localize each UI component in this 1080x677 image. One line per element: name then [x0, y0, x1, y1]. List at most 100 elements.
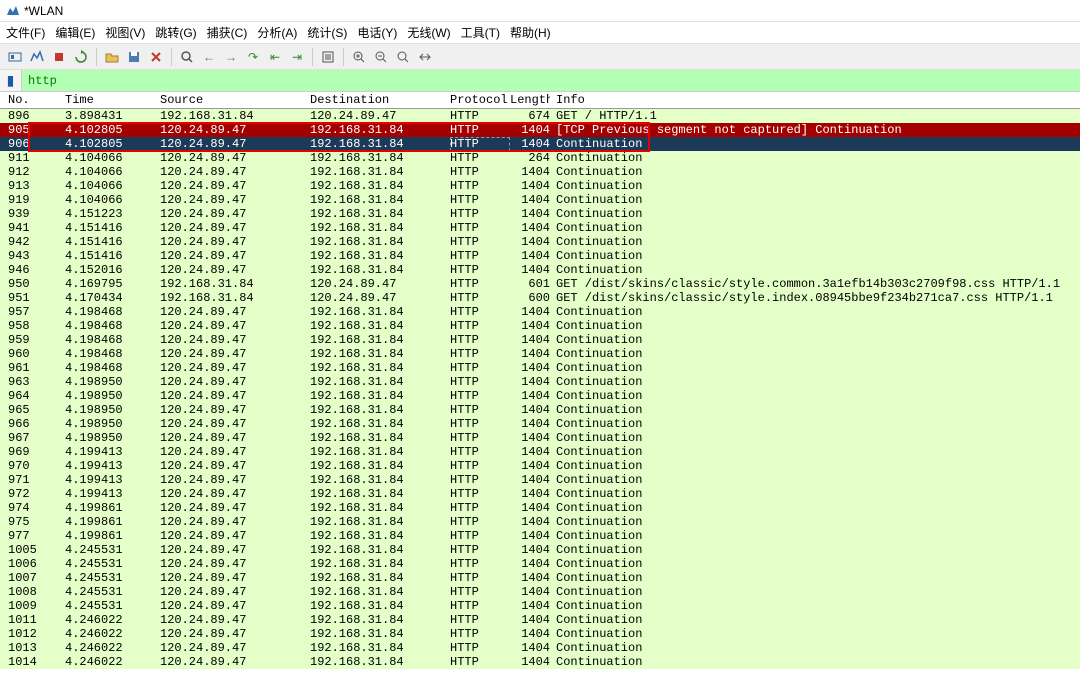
- packet-list-body[interactable]: 8963.898431192.168.31.84120.24.89.47HTTP…: [0, 109, 1080, 677]
- cell-source: 120.24.89.47: [160, 179, 310, 193]
- start-capture-icon[interactable]: [28, 48, 46, 66]
- packet-row[interactable]: 9754.199861120.24.89.47192.168.31.84HTTP…: [0, 515, 1080, 529]
- cell-destination: 192.168.31.84: [310, 445, 450, 459]
- display-filter-input[interactable]: [22, 70, 1080, 91]
- menu-item[interactable]: 跳转(G): [155, 24, 196, 41]
- bookmark-filter-icon[interactable]: ▮: [0, 70, 22, 91]
- go-last-icon[interactable]: ⇥: [288, 48, 306, 66]
- packet-row[interactable]: 9704.199413120.24.89.47192.168.31.84HTTP…: [0, 459, 1080, 473]
- packet-row[interactable]: 9774.199861120.24.89.47192.168.31.84HTTP…: [0, 529, 1080, 543]
- menu-item[interactable]: 编辑(E): [55, 24, 95, 41]
- menu-item[interactable]: 捕获(C): [207, 24, 248, 41]
- packet-list-header[interactable]: No. Time Source Destination Protocol Len…: [0, 92, 1080, 109]
- menu-item[interactable]: 电话(Y): [357, 24, 397, 41]
- packet-row[interactable]: 9694.199413120.24.89.47192.168.31.84HTTP…: [0, 445, 1080, 459]
- cell-time: 4.104066: [65, 165, 160, 179]
- packet-row[interactable]: 10134.246022120.24.89.47192.168.31.84HTT…: [0, 641, 1080, 655]
- zoom-in-icon[interactable]: [350, 48, 368, 66]
- packet-row[interactable]: 10094.245531120.24.89.47192.168.31.84HTT…: [0, 599, 1080, 613]
- column-destination-header[interactable]: Destination: [310, 93, 450, 107]
- menu-item[interactable]: 无线(W): [407, 24, 450, 41]
- packet-row[interactable]: 10074.245531120.24.89.47192.168.31.84HTT…: [0, 571, 1080, 585]
- cell-source: 120.24.89.47: [160, 627, 310, 641]
- packet-row[interactable]: 9644.198950120.24.89.47192.168.31.84HTTP…: [0, 389, 1080, 403]
- cell-time: 4.169795: [65, 277, 160, 291]
- packet-row[interactable]: 10114.246022120.24.89.47192.168.31.84HTT…: [0, 613, 1080, 627]
- stop-capture-icon[interactable]: [50, 48, 68, 66]
- packet-row[interactable]: 9584.198468120.24.89.47192.168.31.84HTTP…: [0, 319, 1080, 333]
- packet-row[interactable]: 9434.151416120.24.89.47192.168.31.84HTTP…: [0, 249, 1080, 263]
- zoom-reset-icon[interactable]: [394, 48, 412, 66]
- save-file-icon[interactable]: [125, 48, 143, 66]
- go-back-icon[interactable]: ←: [200, 48, 218, 66]
- go-first-icon[interactable]: ⇤: [266, 48, 284, 66]
- restart-capture-icon[interactable]: [72, 48, 90, 66]
- zoom-out-icon[interactable]: [372, 48, 390, 66]
- packet-row[interactable]: 9514.170434192.168.31.84120.24.89.47HTTP…: [0, 291, 1080, 305]
- cell-source: 120.24.89.47: [160, 459, 310, 473]
- cell-length: 1404: [510, 375, 550, 389]
- close-file-icon[interactable]: [147, 48, 165, 66]
- packet-row[interactable]: 8963.898431192.168.31.84120.24.89.47HTTP…: [0, 109, 1080, 123]
- packet-row[interactable]: 9134.104066120.24.89.47192.168.31.84HTTP…: [0, 179, 1080, 193]
- packet-list[interactable]: No. Time Source Destination Protocol Len…: [0, 92, 1080, 677]
- column-source-header[interactable]: Source: [160, 93, 310, 107]
- packet-row[interactable]: 9724.199413120.24.89.47192.168.31.84HTTP…: [0, 487, 1080, 501]
- packet-row[interactable]: 9594.198468120.24.89.47192.168.31.84HTTP…: [0, 333, 1080, 347]
- column-protocol-header[interactable]: Protocol: [450, 93, 510, 107]
- column-length-header[interactable]: Length: [510, 93, 550, 107]
- column-time-header[interactable]: Time: [65, 93, 160, 107]
- cell-length: 1404: [510, 221, 550, 235]
- packet-row[interactable]: 9674.198950120.24.89.47192.168.31.84HTTP…: [0, 431, 1080, 445]
- cell-length: 1404: [510, 487, 550, 501]
- packet-row[interactable]: 9574.198468120.24.89.47192.168.31.84HTTP…: [0, 305, 1080, 319]
- cell-info: Continuation: [550, 403, 1080, 417]
- open-file-icon[interactable]: [103, 48, 121, 66]
- packet-row[interactable]: 9194.104066120.24.89.47192.168.31.84HTTP…: [0, 193, 1080, 207]
- go-forward-icon[interactable]: →: [222, 48, 240, 66]
- menu-item[interactable]: 统计(S): [307, 24, 347, 41]
- interfaces-icon[interactable]: [6, 48, 24, 66]
- packet-row[interactable]: 10124.246022120.24.89.47192.168.31.84HTT…: [0, 627, 1080, 641]
- packet-row[interactable]: 9504.169795192.168.31.84120.24.89.47HTTP…: [0, 277, 1080, 291]
- packet-row[interactable]: 10144.246022120.24.89.47192.168.31.84HTT…: [0, 655, 1080, 669]
- cell-destination: 192.168.31.84: [310, 431, 450, 445]
- packet-row[interactable]: 9114.104066120.24.89.47192.168.31.84HTTP…: [0, 151, 1080, 165]
- cell-source: 120.24.89.47: [160, 585, 310, 599]
- menu-item[interactable]: 分析(A): [257, 24, 297, 41]
- menu-item[interactable]: 文件(F): [6, 24, 45, 41]
- menu-item[interactable]: 帮助(H): [510, 24, 551, 41]
- jump-to-icon[interactable]: ↷: [244, 48, 262, 66]
- column-no-header[interactable]: No.: [0, 93, 65, 107]
- auto-scroll-icon[interactable]: [319, 48, 337, 66]
- packet-row[interactable]: 10054.245531120.24.89.47192.168.31.84HTT…: [0, 543, 1080, 557]
- packet-row[interactable]: 9424.151416120.24.89.47192.168.31.84HTTP…: [0, 235, 1080, 249]
- packet-row[interactable]: 9054.102805120.24.89.47192.168.31.84HTTP…: [0, 123, 1080, 137]
- column-info-header[interactable]: Info: [550, 93, 1080, 107]
- cell-destination: 192.168.31.84: [310, 655, 450, 669]
- menu-item[interactable]: 工具(T): [461, 24, 500, 41]
- packet-row[interactable]: 9414.151416120.24.89.47192.168.31.84HTTP…: [0, 221, 1080, 235]
- cell-no: 1005: [0, 543, 65, 557]
- cell-no: 966: [0, 417, 65, 431]
- packet-row[interactable]: 10064.245531120.24.89.47192.168.31.84HTT…: [0, 557, 1080, 571]
- find-packet-icon[interactable]: [178, 48, 196, 66]
- packet-row[interactable]: 9654.198950120.24.89.47192.168.31.84HTTP…: [0, 403, 1080, 417]
- packet-row[interactable]: 10084.245531120.24.89.47192.168.31.84HTT…: [0, 585, 1080, 599]
- cell-protocol: HTTP: [450, 613, 510, 627]
- menu-item[interactable]: 视图(V): [105, 24, 145, 41]
- cell-destination: 192.168.31.84: [310, 529, 450, 543]
- cell-destination: 192.168.31.84: [310, 501, 450, 515]
- resize-columns-icon[interactable]: [416, 48, 434, 66]
- packet-row[interactable]: 9124.104066120.24.89.47192.168.31.84HTTP…: [0, 165, 1080, 179]
- cell-time: 4.170434: [65, 291, 160, 305]
- packet-row[interactable]: 9464.152016120.24.89.47192.168.31.84HTTP…: [0, 263, 1080, 277]
- packet-row[interactable]: 9604.198468120.24.89.47192.168.31.84HTTP…: [0, 347, 1080, 361]
- packet-row[interactable]: 9714.199413120.24.89.47192.168.31.84HTTP…: [0, 473, 1080, 487]
- packet-row[interactable]: 9664.198950120.24.89.47192.168.31.84HTTP…: [0, 417, 1080, 431]
- packet-row[interactable]: 9634.198950120.24.89.47192.168.31.84HTTP…: [0, 375, 1080, 389]
- packet-row[interactable]: 9744.199861120.24.89.47192.168.31.84HTTP…: [0, 501, 1080, 515]
- packet-row[interactable]: 9394.151223120.24.89.47192.168.31.84HTTP…: [0, 207, 1080, 221]
- packet-row[interactable]: 9064.102805120.24.89.47192.168.31.84HTTP…: [0, 137, 1080, 151]
- packet-row[interactable]: 9614.198468120.24.89.47192.168.31.84HTTP…: [0, 361, 1080, 375]
